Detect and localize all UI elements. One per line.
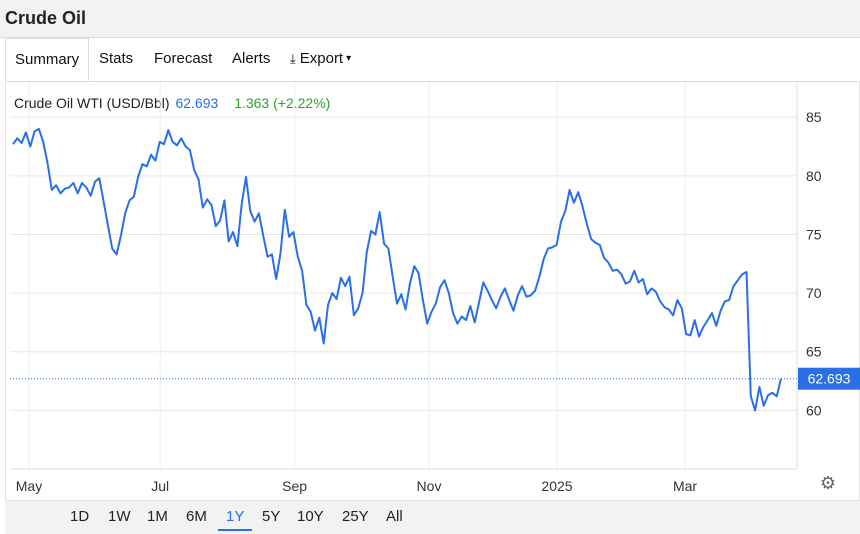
x-tick-label: Mar (673, 478, 697, 494)
range-1w[interactable]: 1W (108, 508, 131, 525)
y-tick-label: 70 (806, 285, 822, 301)
range-6m[interactable]: 6M (186, 508, 207, 525)
y-tick-label: 60 (806, 402, 822, 418)
range-5y[interactable]: 5Y (262, 508, 280, 525)
y-tick-label: 85 (806, 109, 822, 125)
range-selector: 1D 1W 1M 6M 1Y 5Y 10Y 25Y All (5, 500, 860, 534)
x-tick-label: Sep (282, 478, 307, 494)
x-tick-label: 2025 (541, 478, 572, 494)
range-10y[interactable]: 10Y (297, 508, 324, 525)
x-tick-label: Jul (151, 478, 169, 494)
range-1y[interactable]: 1Y (218, 508, 253, 531)
range-25y[interactable]: 25Y (342, 508, 369, 525)
range-1m[interactable]: 1M (147, 508, 168, 525)
y-tick-label: 75 (806, 226, 822, 242)
last-value-badge-label: 62.693 (808, 371, 851, 387)
range-1d[interactable]: 1D (70, 508, 89, 525)
price-chart[interactable]: 60 65 70 75 80 85 May Jul Sep Nov 2025 Mar 62.693 (0, 0, 860, 533)
range-all[interactable]: All (386, 508, 403, 525)
x-tick-label: May (16, 478, 42, 494)
y-tick-label: 80 (806, 168, 822, 184)
x-tick-label: Nov (417, 478, 442, 494)
y-tick-label: 65 (806, 344, 822, 360)
gear-icon[interactable]: ⚙ (818, 473, 838, 493)
series-line (12, 127, 782, 412)
